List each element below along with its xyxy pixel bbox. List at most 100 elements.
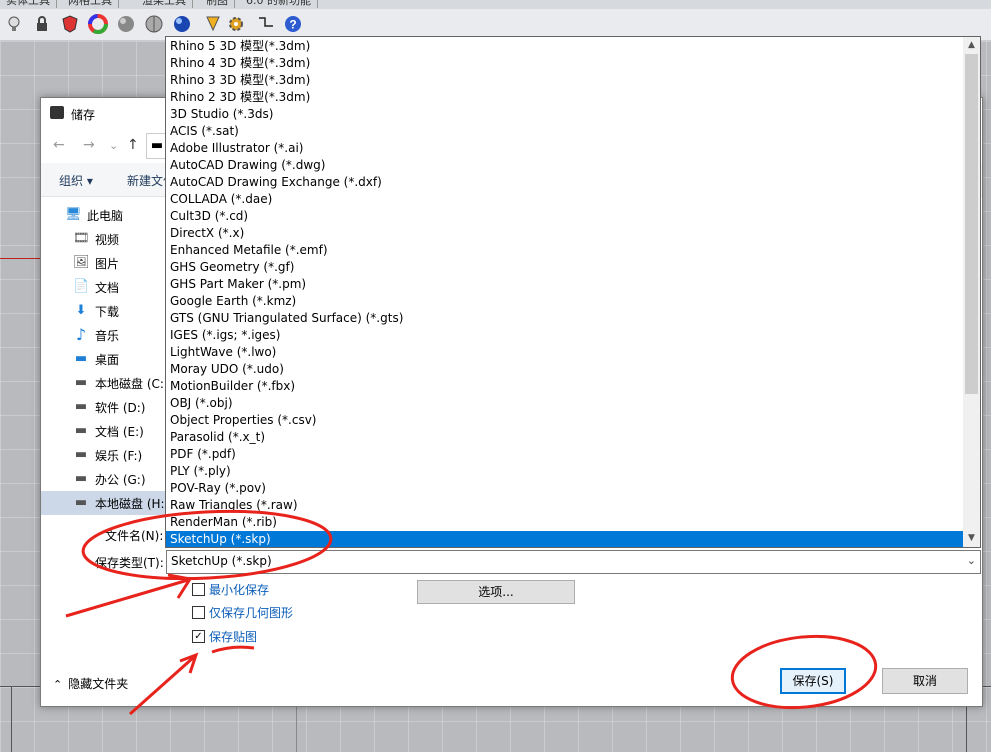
sidebar-item-drive-c[interactable]: ▬ 本地磁盘 (C:) xyxy=(41,371,166,395)
sidebar-item-videos[interactable]: 🎞 视频 xyxy=(41,227,166,251)
sidebar-item-drive-h[interactable]: ▬ 本地磁盘 (H:) xyxy=(41,491,166,515)
file-type-option[interactable]: Adobe Illustrator (*.ai) xyxy=(166,140,963,157)
sidebar-item-documents[interactable]: 📄 文档 xyxy=(41,275,166,299)
rhino-tab-strip: 实体工具 网格工具 渲染工具 制图 6.0 的新功能 xyxy=(0,0,991,9)
up-arrow-icon[interactable]: ↑ xyxy=(127,137,139,153)
new-folder-button[interactable]: 新建文件夹 xyxy=(127,172,167,189)
document-icon: 📄 xyxy=(73,279,90,294)
sidebar-item-music[interactable]: ♪ 音乐 xyxy=(41,323,166,347)
drive-icon: ▬ xyxy=(74,495,88,510)
dropdown-scrollbar[interactable]: ▲ ▼ xyxy=(963,37,980,547)
file-type-option[interactable]: Rhino 5 3D 模型(*.3dm) xyxy=(166,38,963,55)
navigation-pane: 🖥 此电脑 🎞 视频 🖼 图片 📄 文档 ⬇ 下载 ♪ 音乐 ▬ 桌面 ▬ 本地… xyxy=(41,197,166,515)
file-type-option[interactable]: AutoCAD Drawing (*.dwg) xyxy=(166,157,963,174)
file-type-dropdown-list[interactable]: Rhino 5 3D 模型(*.3dm) Rhino 4 3D 模型(*.3dm)… xyxy=(165,36,981,548)
sidebar-item-this-pc[interactable]: 🖥 此电脑 xyxy=(41,203,166,227)
shield-icon[interactable] xyxy=(60,14,80,34)
file-type-option[interactable]: LightWave (*.lwo) xyxy=(166,344,963,361)
gray-sphere-icon[interactable] xyxy=(116,14,136,34)
file-type-option[interactable]: Rhino 4 3D 模型(*.3dm) xyxy=(166,55,963,72)
scroll-up-arrow-icon[interactable]: ▲ xyxy=(963,37,980,54)
tab-whats-new[interactable]: 6.0 的新功能 xyxy=(240,0,318,8)
checkbox-box[interactable] xyxy=(192,583,205,596)
file-type-option[interactable]: PDF (*.pdf) xyxy=(166,446,963,463)
file-type-option[interactable]: GHS Geometry (*.gf) xyxy=(166,259,963,276)
file-type-option[interactable]: Rhino 3 3D 模型(*.3dm) xyxy=(166,72,963,89)
sidebar-item-label: 娱乐 (F:) xyxy=(95,449,143,463)
forward-arrow-icon[interactable]: → xyxy=(83,137,95,153)
chevron-down-icon[interactable]: ⌄ xyxy=(967,554,976,567)
file-type-option[interactable]: Enhanced Metafile (*.emf) xyxy=(166,242,963,259)
save-button[interactable]: 保存(S) xyxy=(780,668,846,694)
file-type-option[interactable]: Cult3D (*.cd) xyxy=(166,208,963,225)
scrollbar-thumb[interactable] xyxy=(965,54,978,394)
file-type-option[interactable]: Moray UDO (*.udo) xyxy=(166,361,963,378)
tab-solid-tools[interactable]: 实体工具 xyxy=(0,0,57,8)
organize-button[interactable]: 组织 ▾ xyxy=(59,172,93,189)
file-type-option[interactable]: DirectX (*.x) xyxy=(166,225,963,242)
file-type-option[interactable]: IGES (*.igs; *.iges) xyxy=(166,327,963,344)
file-type-option[interactable]: Rhino 2 3D 模型(*.3dm) xyxy=(166,89,963,106)
file-type-option[interactable]: ACIS (*.sat) xyxy=(166,123,963,140)
file-type-option[interactable]: COLLADA (*.dae) xyxy=(166,191,963,208)
scroll-down-arrow-icon[interactable]: ▼ xyxy=(963,530,980,547)
rhino-app-icon xyxy=(50,106,64,119)
sidebar-item-label: 文档 xyxy=(95,281,120,295)
sidebar-item-label: 办公 (G:) xyxy=(95,473,146,487)
tab-drafting[interactable]: 制图 xyxy=(200,0,235,8)
drive-icon: ▬ xyxy=(150,138,164,153)
tab-render-tools[interactable]: 渲染工具 xyxy=(136,0,193,8)
chevron-up-icon: ⌃ xyxy=(53,678,63,691)
drive-icon: ▬ xyxy=(74,375,88,390)
file-type-option[interactable]: AutoCAD Drawing Exchange (*.dxf) xyxy=(166,174,963,191)
file-type-option[interactable]: Object Properties (*.csv) xyxy=(166,412,963,429)
drive-icon: ▬ xyxy=(74,423,88,438)
file-type-option[interactable]: Raw Triangles (*.raw) xyxy=(166,497,963,514)
file-type-select[interactable]: SketchUp (*.skp) ⌄ xyxy=(166,550,981,574)
viewport-divider-left xyxy=(11,686,12,752)
file-type-option[interactable]: 3D Studio (*.3ds) xyxy=(166,106,963,123)
file-type-option[interactable]: GHS Part Maker (*.pm) xyxy=(166,276,963,293)
blue-sphere-icon[interactable] xyxy=(172,14,192,34)
file-type-option[interactable]: GTS (GNU Triangulated Surface) (*.gts) xyxy=(166,310,963,327)
sidebar-item-drive-f[interactable]: ▬ 娱乐 (F:) xyxy=(41,443,166,467)
file-type-option[interactable]: Parasolid (*.x_t) xyxy=(166,429,963,446)
back-arrow-icon[interactable]: ← xyxy=(53,137,65,153)
file-type-label: 保存类型(T): xyxy=(95,556,164,570)
help-icon[interactable]: ? xyxy=(283,14,303,34)
gear-icon[interactable] xyxy=(226,14,246,34)
music-icon: ♪ xyxy=(75,325,87,344)
file-type-option[interactable]: PLY (*.ply) xyxy=(166,463,963,480)
file-type-option[interactable]: MotionBuilder (*.fbx) xyxy=(166,378,963,395)
hide-folders-label: 隐藏文件夹 xyxy=(68,677,129,691)
drive-icon: ▬ xyxy=(74,399,88,414)
hide-folders-toggle[interactable]: ⌃ 隐藏文件夹 xyxy=(53,675,128,692)
sidebar-item-pictures[interactable]: 🖼 图片 xyxy=(41,251,166,275)
sidebar-item-label: 音乐 xyxy=(95,329,120,343)
checkmark-icon[interactable]: ✓ xyxy=(192,630,205,643)
sidebar-item-drive-d[interactable]: ▬ 软件 (D:) xyxy=(41,395,166,419)
checkbox-box[interactable] xyxy=(192,606,205,619)
file-type-option[interactable]: RenderMan (*.rib) xyxy=(166,514,963,531)
render-cone-icon[interactable] xyxy=(203,14,223,34)
cancel-button[interactable]: 取消 xyxy=(882,668,968,694)
color-wheel-icon[interactable] xyxy=(88,14,108,34)
sidebar-item-drive-e[interactable]: ▬ 文档 (E:) xyxy=(41,419,166,443)
sidebar-item-desktop[interactable]: ▬ 桌面 xyxy=(41,347,166,371)
file-type-option[interactable]: Google Earth (*.kmz) xyxy=(166,293,963,310)
sidebar-item-label: 视频 xyxy=(95,233,120,247)
dimension-icon[interactable] xyxy=(256,14,276,34)
file-type-option[interactable]: SketchUp (*.skp) xyxy=(166,531,963,547)
file-type-option[interactable]: OBJ (*.obj) xyxy=(166,395,963,412)
silver-sphere-icon[interactable] xyxy=(144,14,164,34)
file-type-option[interactable]: POV-Ray (*.pov) xyxy=(166,480,963,497)
lock-icon[interactable] xyxy=(32,14,52,34)
drive-icon: ▬ xyxy=(74,471,88,486)
video-icon: 🎞 xyxy=(73,231,90,246)
tab-mesh-tools[interactable]: 网格工具 xyxy=(62,0,119,8)
sidebar-item-downloads[interactable]: ⬇ 下载 xyxy=(41,299,166,323)
recent-locations-chevron-icon[interactable]: ⌄ xyxy=(109,139,118,152)
options-button[interactable]: 选项... xyxy=(417,580,575,604)
lightbulb-icon[interactable] xyxy=(4,14,24,34)
sidebar-item-drive-g[interactable]: ▬ 办公 (G:) xyxy=(41,467,166,491)
